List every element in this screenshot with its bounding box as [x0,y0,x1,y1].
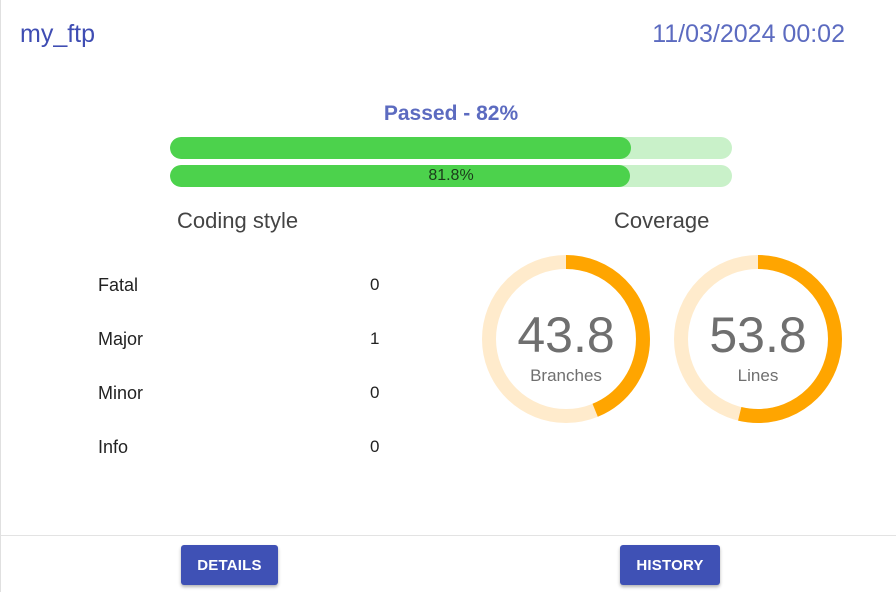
branches-gauge-value: 43.8 [517,307,615,363]
lines-gauge-value: 53.8 [709,307,807,363]
coverage-title: Coverage [614,208,710,233]
coding-style-count: 0 [370,275,380,294]
actions-divider [1,535,896,536]
coding-style-name: Major [98,329,144,349]
coding-style-name: Info [98,437,129,457]
details-button[interactable]: DETAILS [181,545,278,585]
coding-style-count: 1 [370,329,380,348]
result-card: my_ftp 11/03/2024 00:02 Passed - 82% 81.… [0,0,896,592]
coding-style-row-major: Major 1 [98,329,388,353]
lines-gauge-label: Lines [737,366,779,385]
coding-style-row-info: Info 0 [98,437,388,461]
branches-coverage-gauge: 43.8 Branches [479,252,653,426]
run-timestamp: 11/03/2024 00:02 [652,20,845,48]
status-text: Passed - 82% [383,102,519,125]
history-button[interactable]: HISTORY [620,545,720,585]
coding-style-count: 0 [370,437,380,456]
coding-style-row-fatal: Fatal 0 [98,275,388,299]
branches-gauge-label: Branches [530,366,602,385]
coverage-progress-label: 81.8% [428,167,474,184]
coding-style-count: 0 [370,383,380,402]
tests-progress-fill [170,137,631,159]
coding-style-title: Coding style [177,208,299,233]
coding-style-row-minor: Minor 0 [98,383,388,407]
tests-progress-bar [170,137,732,159]
lines-coverage-gauge: 53.8 Lines [671,252,845,426]
coding-style-name: Minor [98,383,144,403]
coding-style-name: Fatal [98,275,139,295]
coverage-progress-bar: 81.8% [170,165,732,187]
project-title: my_ftp [20,20,96,48]
